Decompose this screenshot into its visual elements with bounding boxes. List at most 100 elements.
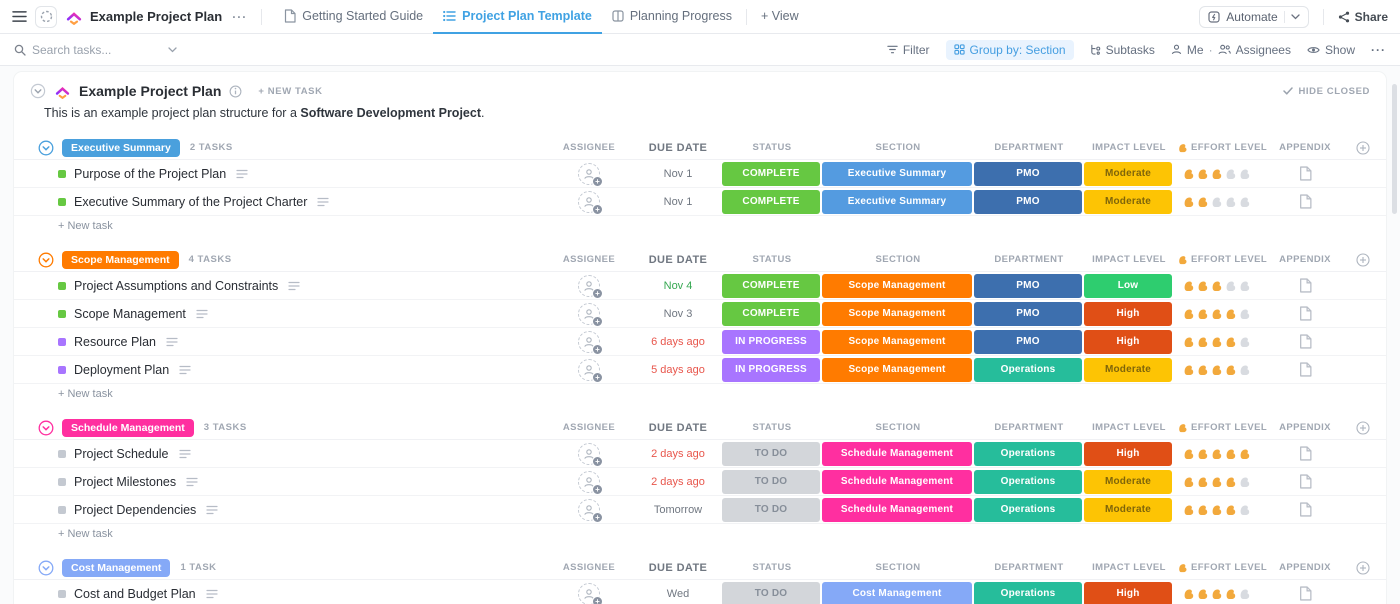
section-pill[interactable]: Schedule Management <box>822 442 972 466</box>
tab-planning-progress[interactable]: Planning Progress <box>602 0 742 34</box>
status-pill[interactable]: COMPLETE <box>722 302 820 326</box>
share-button[interactable]: Share <box>1338 10 1388 24</box>
appendix-icon[interactable] <box>1299 474 1312 489</box>
task-status-bullet[interactable] <box>58 450 66 458</box>
group-collapse-icon[interactable] <box>38 140 54 156</box>
assignee-add-button[interactable]: + <box>578 443 600 465</box>
task-status-bullet[interactable] <box>58 506 66 514</box>
automate-button[interactable]: Automate <box>1199 6 1308 28</box>
task-status-bullet[interactable] <box>58 590 66 598</box>
section-pill[interactable]: Executive Summary <box>822 162 972 186</box>
effort-level-cell[interactable] <box>1174 188 1270 216</box>
task-name[interactable]: Cost and Budget Plan <box>74 587 196 601</box>
group-name-badge[interactable]: Cost Management <box>62 559 170 577</box>
department-pill[interactable]: Operations <box>974 582 1082 604</box>
task-status-bullet[interactable] <box>58 170 66 178</box>
appendix-icon[interactable] <box>1299 166 1312 181</box>
column-header-department[interactable]: DEPARTMENT <box>974 142 1084 153</box>
department-pill[interactable]: Operations <box>974 470 1082 494</box>
info-icon[interactable] <box>229 85 242 98</box>
appendix-icon[interactable] <box>1299 502 1312 517</box>
column-header-effort-level[interactable]: EFFORT LEVEL <box>1174 562 1270 573</box>
menu-icon[interactable] <box>12 10 27 23</box>
status-pill[interactable]: TO DO <box>722 498 820 522</box>
task-name[interactable]: Resource Plan <box>74 335 156 349</box>
section-pill[interactable]: Scope Management <box>822 274 972 298</box>
assignee-add-button[interactable]: + <box>578 583 600 604</box>
appendix-icon[interactable] <box>1299 306 1312 321</box>
column-header-section[interactable]: SECTION <box>822 562 974 573</box>
due-date[interactable]: 6 days ago <box>634 328 722 356</box>
appendix-icon[interactable] <box>1299 278 1312 293</box>
column-header-status[interactable]: STATUS <box>722 562 822 573</box>
assignee-add-button[interactable]: + <box>578 471 600 493</box>
collapse-page-icon[interactable] <box>30 83 46 99</box>
group-name-badge[interactable]: Schedule Management <box>62 419 194 437</box>
column-header-assignee[interactable]: ASSIGNEE <box>544 142 634 153</box>
impact-level-pill[interactable]: Moderate <box>1084 358 1172 382</box>
task-row[interactable]: Project Milestones + 2 days ago TO DO Sc… <box>14 468 1386 496</box>
impact-level-pill[interactable]: Moderate <box>1084 190 1172 214</box>
hide-closed-button[interactable]: HIDE CLOSED <box>1283 86 1370 97</box>
task-name[interactable]: Project Dependencies <box>74 503 196 517</box>
add-task-button[interactable]: + New task <box>14 524 1386 544</box>
task-status-bullet[interactable] <box>58 366 66 374</box>
status-pill[interactable]: TO DO <box>722 442 820 466</box>
column-header-due-date[interactable]: DUE DATE <box>634 562 722 574</box>
department-pill[interactable]: Operations <box>974 498 1082 522</box>
status-pill[interactable]: TO DO <box>722 582 820 604</box>
due-date[interactable]: 2 days ago <box>634 440 722 468</box>
effort-level-cell[interactable] <box>1174 468 1270 496</box>
assignee-add-button[interactable]: + <box>578 331 600 353</box>
column-header-effort-level[interactable]: EFFORT LEVEL <box>1174 142 1270 153</box>
status-pill[interactable]: TO DO <box>722 470 820 494</box>
group-name-badge[interactable]: Scope Management <box>62 251 179 269</box>
effort-level-cell[interactable] <box>1174 328 1270 356</box>
more-icon[interactable]: ··· <box>1371 43 1386 57</box>
column-header-section[interactable]: SECTION <box>822 254 974 265</box>
task-description-icon[interactable] <box>206 505 218 515</box>
effort-level-cell[interactable] <box>1174 300 1270 328</box>
column-header-appendix[interactable]: APPENDIX <box>1270 422 1340 433</box>
status-pill[interactable]: IN PROGRESS <box>722 358 820 382</box>
department-pill[interactable]: PMO <box>974 274 1082 298</box>
column-header-due-date[interactable]: DUE DATE <box>634 142 722 154</box>
column-header-appendix[interactable]: APPENDIX <box>1270 254 1340 265</box>
tab-project-plan-template[interactable]: Project Plan Template <box>433 0 602 34</box>
subtasks-button[interactable]: Subtasks <box>1090 43 1155 57</box>
task-description-icon[interactable] <box>206 589 218 599</box>
due-date[interactable]: Nov 1 <box>634 160 722 188</box>
column-header-due-date[interactable]: DUE DATE <box>634 254 722 266</box>
task-row[interactable]: Scope Management + Nov 3 COMPLETE Scope … <box>14 300 1386 328</box>
task-row[interactable]: Project Schedule + 2 days ago TO DO Sche… <box>14 440 1386 468</box>
section-pill[interactable]: Schedule Management <box>822 470 972 494</box>
task-row[interactable]: Project Dependencies + Tomorrow TO DO Sc… <box>14 496 1386 524</box>
status-pill[interactable]: COMPLETE <box>722 162 820 186</box>
section-pill[interactable]: Scope Management <box>822 302 972 326</box>
impact-level-pill[interactable]: Low <box>1084 274 1172 298</box>
task-description-icon[interactable] <box>288 281 300 291</box>
task-name[interactable]: Purpose of the Project Plan <box>74 167 226 181</box>
task-description-icon[interactable] <box>317 197 329 207</box>
department-pill[interactable]: PMO <box>974 302 1082 326</box>
assignee-add-button[interactable]: + <box>578 359 600 381</box>
due-date[interactable]: Nov 3 <box>634 300 722 328</box>
task-row[interactable]: Cost and Budget Plan + Wed TO DO Cost Ma… <box>14 580 1386 604</box>
column-header-department[interactable]: DEPARTMENT <box>974 422 1084 433</box>
title-more-icon[interactable]: ··· <box>230 10 249 24</box>
impact-level-pill[interactable]: Moderate <box>1084 162 1172 186</box>
filter-button[interactable]: Filter <box>887 43 930 57</box>
task-description-icon[interactable] <box>236 169 248 179</box>
task-row[interactable]: Executive Summary of the Project Charter… <box>14 188 1386 216</box>
impact-level-pill[interactable]: High <box>1084 582 1172 604</box>
effort-level-cell[interactable] <box>1174 356 1270 384</box>
task-status-bullet[interactable] <box>58 282 66 290</box>
group-by-button[interactable]: Group by: Section <box>946 40 1074 60</box>
tab-getting-started-guide[interactable]: Getting Started Guide <box>274 0 433 34</box>
task-name[interactable]: Scope Management <box>74 307 186 321</box>
group-name-badge[interactable]: Executive Summary <box>62 139 180 157</box>
column-header-impact-level[interactable]: IMPACT LEVEL <box>1084 254 1174 265</box>
due-date[interactable]: Nov 4 <box>634 272 722 300</box>
department-pill[interactable]: Operations <box>974 442 1082 466</box>
impact-level-pill[interactable]: High <box>1084 442 1172 466</box>
